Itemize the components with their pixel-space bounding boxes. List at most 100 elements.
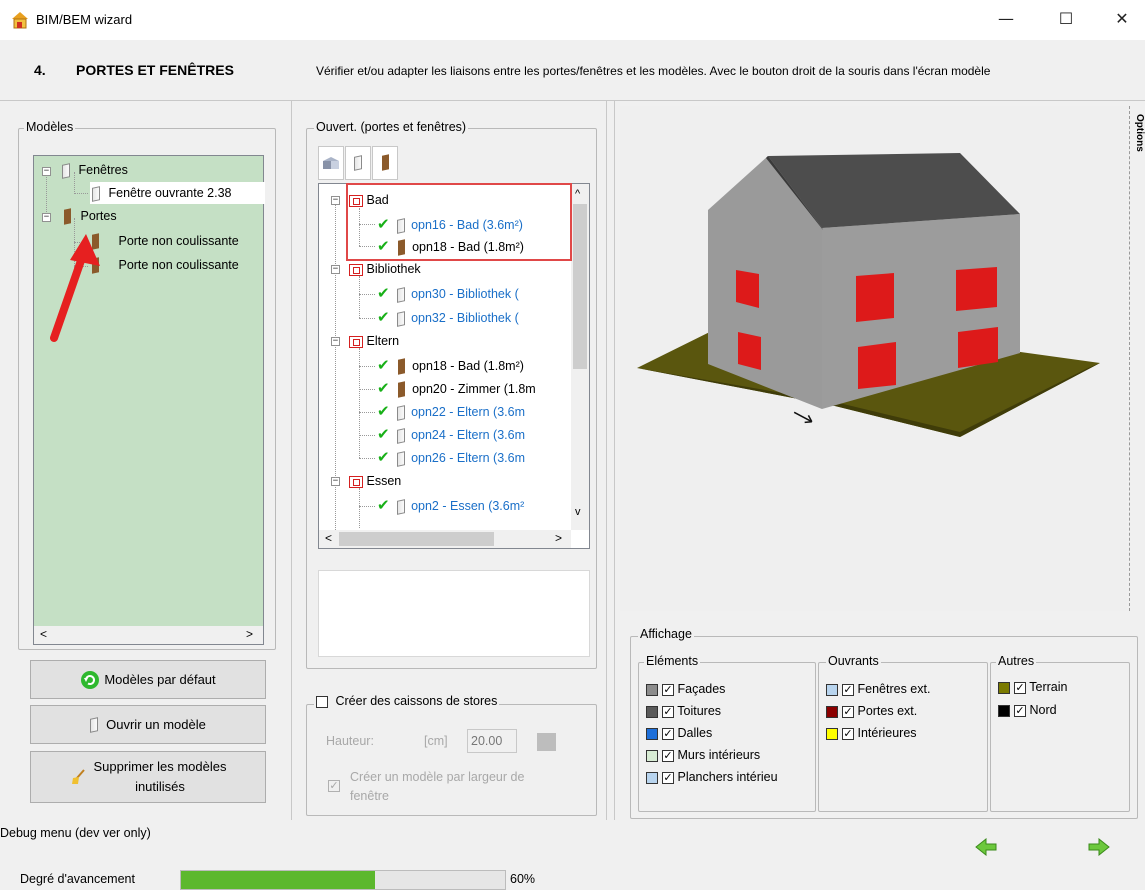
horizontal-scrollbar[interactable]: < > (34, 626, 263, 644)
toggle-north[interactable]: ✓ Nord (998, 700, 1057, 720)
3d-viewport[interactable] (620, 106, 1127, 611)
opening-item[interactable]: ✔ opn20 - Zimmer (1.8m (377, 377, 536, 399)
opening-item[interactable]: ✔ opn32 - Bibliothek ( (377, 306, 519, 328)
check-icon: ✔ (377, 402, 390, 420)
scrollbar-thumb[interactable] (573, 204, 587, 369)
opening-item[interactable]: ✔ opn18 - Bad (1.8m²) (377, 354, 524, 376)
collapse-toggle[interactable]: − (331, 196, 340, 205)
maximize-button[interactable]: ☐ (1043, 0, 1089, 40)
back-button[interactable] (975, 837, 997, 859)
color-swatch (998, 704, 1010, 717)
building-3d-model (637, 153, 1100, 437)
step-description: Vérifier et/ou adapter les liaisons entr… (316, 64, 991, 78)
toggle-interior-openings[interactable]: ✓ Intérieures (826, 723, 917, 743)
tab-rooms[interactable] (318, 146, 344, 180)
tree-node-door-model[interactable]: Porte non coulissante (92, 230, 239, 252)
toggle-slabs[interactable]: ✓ Dalles (646, 723, 712, 743)
collapse-toggle[interactable]: − (42, 167, 51, 176)
shutter-checkbox[interactable] (316, 695, 328, 708)
default-models-button[interactable]: Modèles par défaut (30, 660, 266, 699)
opening-item[interactable]: ✔ opn2 - Essen (3.6m² (377, 494, 524, 516)
scrollbar-thumb[interactable] (339, 532, 494, 546)
toggle-ext-doors[interactable]: ✓ Portes ext. (826, 701, 917, 721)
close-button[interactable]: ✕ (1099, 0, 1145, 40)
color-swatch (998, 681, 1010, 694)
scroll-left-icon[interactable]: < (325, 531, 332, 545)
next-button[interactable] (1088, 837, 1110, 859)
scroll-right-icon[interactable]: > (246, 627, 253, 641)
opening-item[interactable]: ✔ opn26 - Eltern (3.6m (377, 446, 525, 468)
check-icon: ✔ (377, 356, 390, 374)
building-icon (323, 157, 339, 169)
toggle-interior-floors[interactable]: ✓ Planchers intérieu (646, 767, 812, 787)
toggle-terrain[interactable]: ✓ Terrain (998, 677, 1067, 697)
progress-percent: 60% (510, 872, 536, 886)
door-icon (398, 381, 406, 398)
height-unit: [cm] (424, 734, 448, 748)
models-tree[interactable]: − Fenêtres Fenêtre ouvrante 2.38 − Porte… (33, 155, 265, 645)
open-model-button[interactable]: Ouvrir un modèle (30, 705, 266, 744)
room-node-essen[interactable]: Essen (349, 470, 401, 492)
scroll-up-icon[interactable]: ^ (575, 188, 580, 200)
minimize-button[interactable]: — (983, 0, 1029, 40)
collapse-toggle[interactable]: − (42, 213, 51, 222)
check-icon: ✔ (377, 448, 390, 466)
window-icon (397, 310, 406, 327)
color-swatch (646, 771, 658, 784)
per-width-checkbox[interactable]: ✓ (328, 778, 340, 792)
scroll-left-icon[interactable]: < (40, 627, 47, 641)
window-icon (397, 404, 406, 421)
opening-details-box (318, 570, 590, 657)
collapse-toggle[interactable]: − (331, 265, 340, 274)
tree-node-doors[interactable]: Portes (64, 205, 117, 227)
height-label: Hauteur: (326, 734, 374, 748)
window-icon (397, 498, 406, 515)
column-separator (606, 100, 607, 820)
progress-label: Degré d'avancement (20, 872, 135, 886)
openings-legend: Ouvert. (portes et fenêtres) (314, 120, 469, 134)
window-icon (354, 154, 362, 171)
per-width-label: Créer un modèle par largeur de fenêtre (350, 770, 525, 803)
check-icon: ✔ (377, 284, 390, 302)
check-icon: ✔ (377, 308, 390, 326)
color-swatch (646, 683, 658, 696)
window-icon (397, 427, 406, 444)
options-tab[interactable]: Options (1129, 106, 1145, 611)
tab-doors[interactable] (372, 146, 398, 180)
delete-unused-models-button[interactable]: Supprimer les modèles inutilisés (30, 751, 266, 803)
display-legend: Affichage (638, 627, 694, 641)
height-input[interactable]: 20.00 (467, 729, 517, 753)
room-node-eltern[interactable]: Eltern (349, 330, 399, 352)
scroll-down-icon[interactable]: v (575, 506, 581, 518)
window-icon (397, 286, 406, 303)
annotation-arrow (50, 234, 100, 342)
tree-node-window-model[interactable]: Fenêtre ouvrante 2.38 (90, 182, 265, 204)
app-house-icon (10, 10, 30, 30)
tree-node-door-model[interactable]: Porte non coulissante (92, 254, 239, 276)
opening-item[interactable]: ✔ opn30 - Bibliothek ( (377, 282, 519, 304)
step-number: 4. (34, 62, 46, 78)
opening-item[interactable]: ✔ opn24 - Eltern (3.6m (377, 423, 525, 445)
horizontal-scrollbar[interactable]: < > (319, 530, 571, 548)
arrow-left-icon (975, 837, 997, 857)
scroll-right-icon[interactable]: > (555, 531, 562, 545)
toggle-facades[interactable]: ✓ Façades (646, 679, 725, 699)
vertical-scrollbar[interactable]: ^ v (571, 184, 589, 530)
others-legend: Autres (996, 654, 1037, 668)
collapse-toggle[interactable]: − (331, 477, 340, 486)
toggle-roofs[interactable]: ✓ Toitures (646, 701, 721, 721)
collapse-toggle[interactable]: − (331, 337, 340, 346)
color-picker-button[interactable] (537, 733, 556, 751)
opening-item[interactable]: ✔ opn22 - Eltern (3.6m (377, 400, 525, 422)
header-separator (0, 100, 1145, 101)
toggle-interior-walls[interactable]: ✓ Murs intérieurs (646, 745, 760, 765)
room-icon (349, 335, 363, 348)
shutter-legend: Créer des caissons de stores (314, 694, 500, 708)
window-icon (90, 716, 99, 733)
toggle-ext-windows[interactable]: ✓ Fenêtres ext. (826, 679, 930, 699)
check-icon: ✔ (377, 425, 390, 443)
tab-windows[interactable] (345, 146, 371, 180)
arrow-right-icon (1088, 837, 1110, 857)
debug-menu-link[interactable]: Debug menu (dev ver only) (0, 826, 151, 840)
tree-node-windows[interactable]: Fenêtres (62, 159, 128, 181)
